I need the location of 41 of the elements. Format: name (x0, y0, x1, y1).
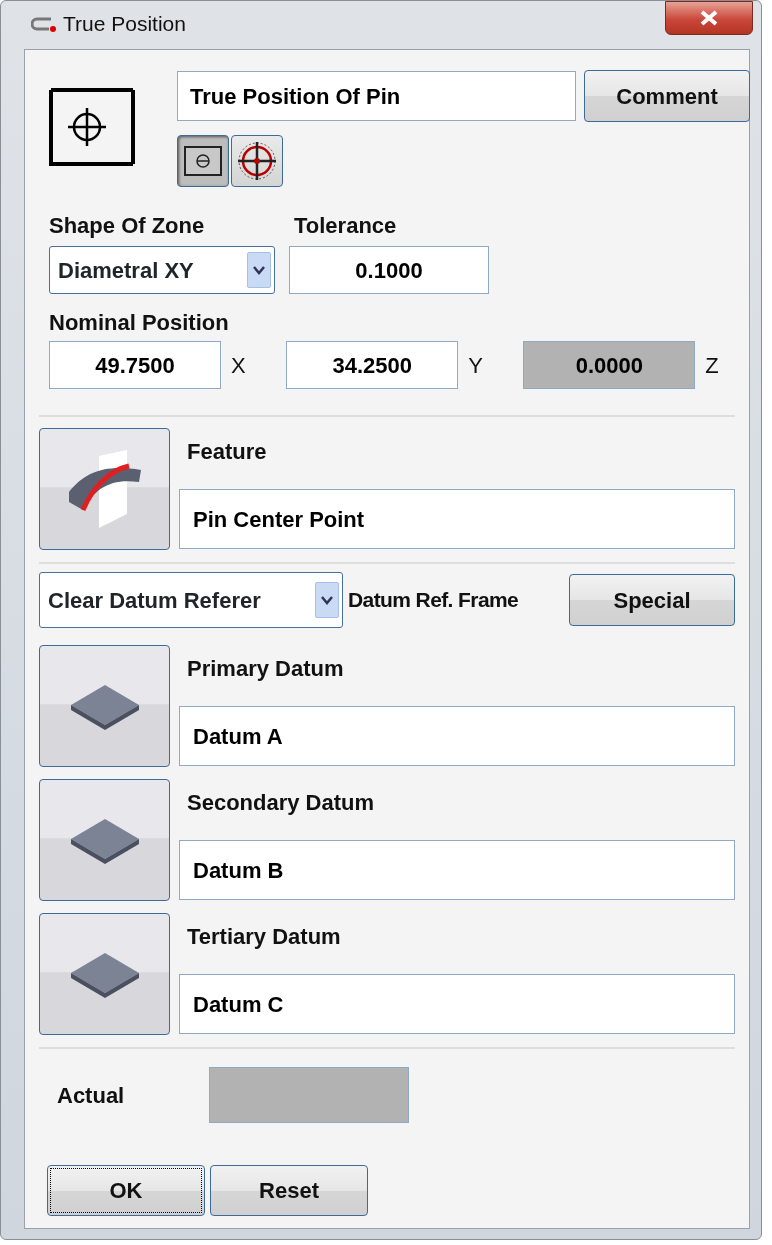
name-field[interactable]: True Position Of Pin (177, 71, 576, 121)
axis-label: Y (468, 351, 484, 380)
field-label: Shape Of Zone (49, 212, 206, 240)
datum-frame-label: Datum Ref. Frame (348, 587, 519, 614)
tolerance-field[interactable]: 0.1000 (289, 246, 489, 294)
datum-button[interactable] (39, 913, 170, 1035)
zone-shape-dropdown[interactable]: Diametral XY (49, 246, 275, 294)
field-label: Nominal Position (49, 309, 230, 337)
comment-button[interactable]: Comment (584, 70, 750, 122)
dialog-button[interactable]: Reset (210, 1165, 368, 1216)
datum-dropdown[interactable]: Clear Datum Referer (39, 572, 343, 628)
field-label: Secondary Datum (187, 789, 376, 817)
field-label: Feature (187, 438, 268, 466)
mode-toggle[interactable] (231, 135, 283, 187)
datum-field[interactable]: Datum A (179, 706, 735, 766)
mode-toggle[interactable] (177, 135, 229, 187)
datum-button[interactable] (39, 645, 170, 767)
close-button[interactable] (665, 1, 753, 35)
chevron-icon (252, 265, 266, 275)
window-title: True Position (63, 11, 186, 38)
zone-icon (183, 145, 223, 177)
axis-label: X (230, 351, 247, 380)
feature-field[interactable]: Pin Center Point (179, 489, 735, 549)
datum-field[interactable]: Datum C (179, 974, 735, 1034)
coordinate-field[interactable]: 34.2500 (286, 341, 459, 389)
dialog-button[interactable]: OK (47, 1165, 205, 1216)
crosshair-icon (236, 140, 278, 182)
field-label: Primary Datum (187, 655, 345, 683)
coordinate-field[interactable]: 49.7500 (49, 341, 221, 389)
chevron-icon (320, 595, 334, 605)
coordinate-field: 0.0000 (523, 341, 696, 389)
close-icon (699, 10, 719, 26)
datum-button[interactable] (39, 779, 170, 901)
app-icon (31, 15, 57, 33)
axis-label: Z (705, 351, 720, 380)
feature-button[interactable] (39, 428, 170, 550)
field-label: Tolerance (294, 212, 398, 240)
field-label: Actual (57, 1081, 126, 1110)
special-button[interactable]: Special (569, 574, 735, 626)
datum-field[interactable]: Datum B (179, 840, 735, 900)
field-label: Tertiary Datum (187, 923, 342, 951)
